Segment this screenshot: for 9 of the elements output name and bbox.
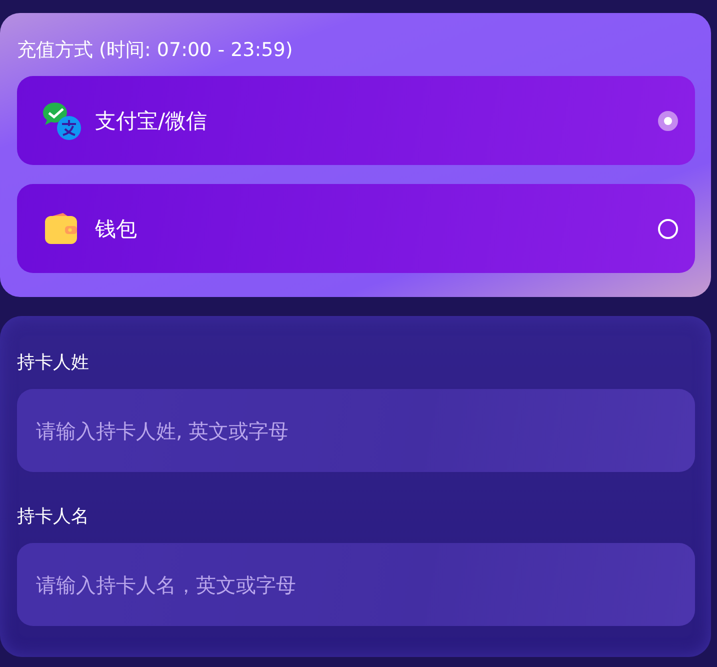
input-field[interactable]: 请输入持卡人姓, 英文或字母 <box>17 389 695 472</box>
payment-option[interactable]: 支付宝/微信 <box>17 76 695 165</box>
section-title: 充值方式 (时间: 07:00 - 23:59) <box>17 38 294 63</box>
payment-option[interactable]: 钱包 <box>17 184 695 273</box>
field-label: 持卡人名 <box>17 505 90 529</box>
radio-button[interactable] <box>658 110 678 130</box>
chat-and-payment-icon <box>41 100 81 140</box>
field-label: 持卡人姓 <box>17 351 90 375</box>
input-field[interactable]: 请输入持卡人名，英文或字母 <box>17 543 695 626</box>
